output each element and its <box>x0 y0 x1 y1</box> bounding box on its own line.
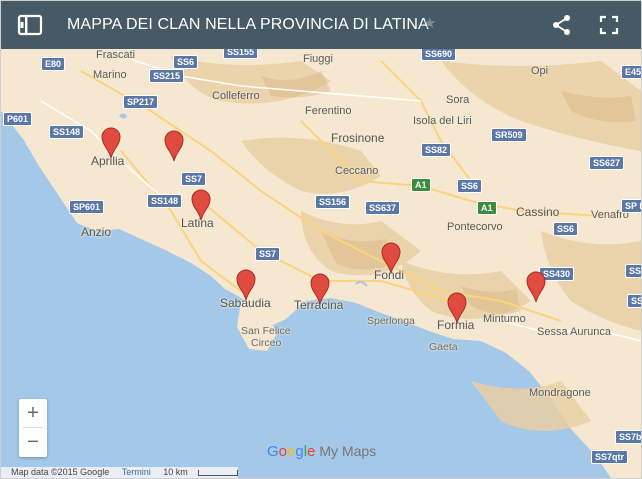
road-ss82: SS82 <box>421 143 452 157</box>
clan-marker-terracina[interactable] <box>310 273 330 305</box>
star-icon[interactable]: ★ <box>423 14 436 32</box>
place-san-felice: San Felice <box>241 325 291 337</box>
road-sr509: SR509 <box>491 128 527 142</box>
map-canvas[interactable]: Frascati Marino Fiuggi Opi Colleferro Fe… <box>1 45 641 478</box>
place-anzio: Anzio <box>81 225 112 239</box>
side-panel-icon[interactable] <box>17 13 43 37</box>
road-ss627: SS627 <box>589 156 625 170</box>
map-data-attribution: Map data ©2015 Google <box>11 467 110 477</box>
share-icon[interactable] <box>551 14 573 36</box>
clan-marker-fondi[interactable] <box>381 242 401 274</box>
place-ferentino: Ferentino <box>305 105 352 117</box>
road-ss690: SS690 <box>421 47 457 61</box>
road-ss7-b: SS7 <box>255 247 281 261</box>
road-ss7bis: SS7bi <box>615 430 641 444</box>
road-e80: E80 <box>41 57 66 71</box>
map-viewer: MAPPA DEI CLAN NELLA PROVINCIA DI LATINA… <box>0 0 642 479</box>
scale-label: 10 km <box>163 467 188 477</box>
clan-marker-latina[interactable] <box>191 189 211 221</box>
map-footer: Map data ©2015 Google Termini 10 km <box>1 467 238 478</box>
place-minturno: Minturno <box>483 313 526 325</box>
road-sp601-b: SP601 <box>69 200 105 214</box>
place-fiuggi: Fiuggi <box>303 53 333 65</box>
road-a1: A1 <box>411 178 431 192</box>
place-ceccano: Ceccano <box>335 165 379 177</box>
clan-marker-formia[interactable] <box>447 292 467 324</box>
place-mondragone: Mondragone <box>529 387 591 399</box>
map-header: MAPPA DEI CLAN NELLA PROVINCIA DI LATINA… <box>1 1 641 49</box>
road-ss7qtr: SS7qtr <box>591 450 629 464</box>
place-opi: Opi <box>531 65 549 77</box>
road-ss148: SS148 <box>49 125 85 139</box>
road-ss156: SS156 <box>315 195 351 209</box>
road-ss6: SS6 <box>173 55 199 69</box>
place-circeo: Circeo <box>251 337 282 349</box>
place-frosinone: Frosinone <box>331 131 385 145</box>
road-ss637: SS637 <box>365 201 401 215</box>
map-title: MAPPA DEI CLAN NELLA PROVINCIA DI LATINA <box>67 16 429 33</box>
fullscreen-icon[interactable] <box>599 15 619 35</box>
zoom-in-button[interactable]: + <box>19 399 47 427</box>
road-e45: E45 <box>621 65 641 79</box>
road-ss7: SS7 <box>181 172 207 186</box>
place-colleferro: Colleferro <box>212 90 260 102</box>
road-ss7-d: SS7 <box>627 294 641 308</box>
clan-marker-cisterna[interactable] <box>164 130 184 162</box>
google-my-maps-logo: Google My Maps <box>267 443 377 460</box>
clan-marker-sabaudia[interactable] <box>236 269 256 301</box>
road-sp-f: SP F <box>621 199 641 213</box>
place-cassino: Cassino <box>516 205 560 219</box>
road-sp217: SP217 <box>123 95 159 109</box>
clan-marker-aprilia[interactable] <box>101 127 121 159</box>
place-isola-del-liri: Isola del Liri <box>413 115 472 127</box>
clan-marker-ss430[interactable] <box>526 271 546 303</box>
place-pontecorvo: Pontecorvo <box>447 221 503 233</box>
road-ss6-b: SS6 <box>457 179 483 193</box>
terms-link[interactable]: Termini <box>122 467 151 477</box>
zoom-control: + − <box>19 399 47 457</box>
zoom-out-button[interactable]: − <box>19 428 47 456</box>
scale-bar <box>197 469 238 476</box>
road-ss215: SS215 <box>149 69 185 83</box>
place-gaeta: Gaeta <box>429 341 458 353</box>
place-sora: Sora <box>446 94 470 106</box>
road-a1-b: A1 <box>477 201 497 215</box>
place-sessa-aurunca: Sessa Aurunca <box>537 326 611 338</box>
road-sp601: P601 <box>3 112 33 126</box>
road-ss6-c: SS6 <box>553 222 579 236</box>
road-ss148-b: SS148 <box>147 194 183 208</box>
road-ss7-c: SS7 <box>625 264 641 278</box>
place-frascati: Frascati <box>96 49 136 61</box>
place-marino: Marino <box>93 69 127 81</box>
place-sperlonga: Sperlonga <box>367 315 415 327</box>
